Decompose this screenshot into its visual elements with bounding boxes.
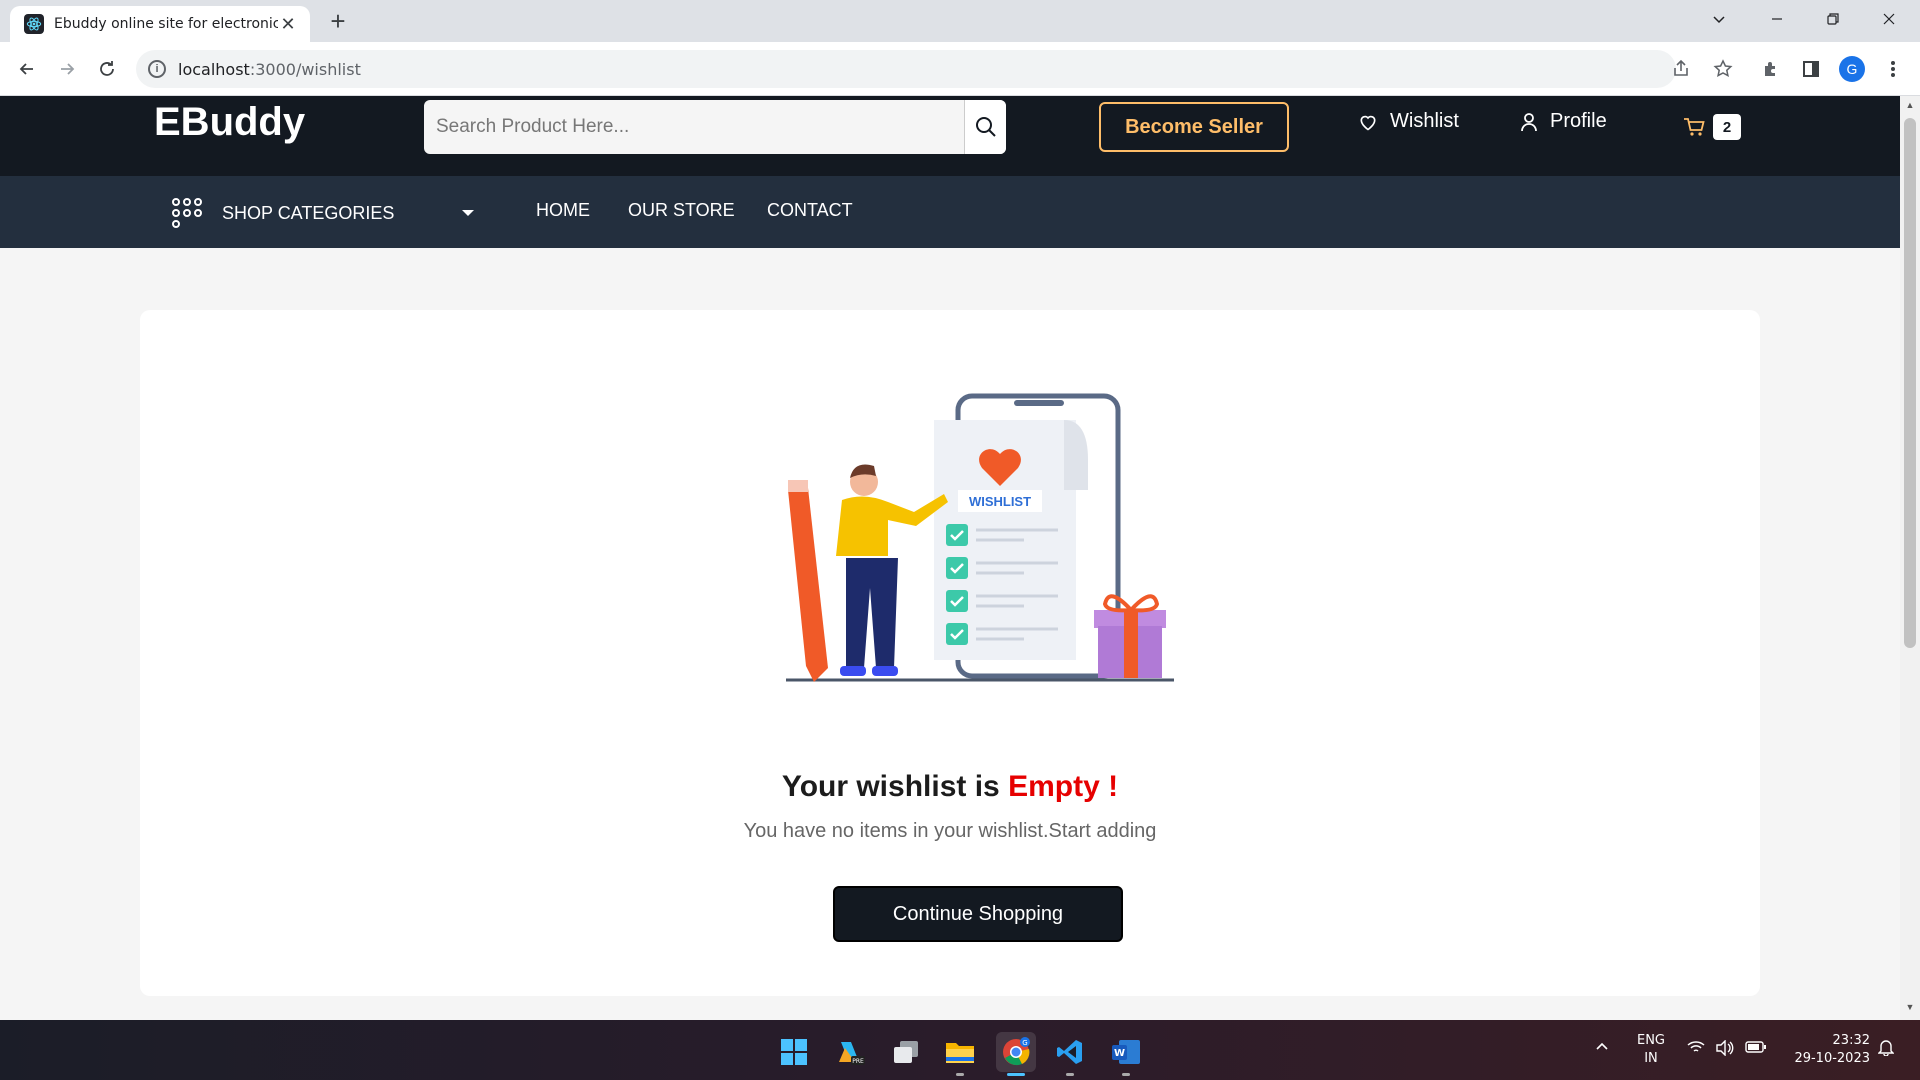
clock[interactable]: 23:32 29-10-2023 [1780, 1032, 1870, 1068]
minimize-icon[interactable] [1750, 0, 1804, 38]
nav-link-our-store[interactable]: OUR STORE [628, 200, 735, 221]
copilot-preview-icon[interactable]: PRE [830, 1032, 870, 1072]
close-window-icon[interactable] [1862, 0, 1916, 38]
header-nav: SHOP CATEGORIES HOME OUR STORE CONTACT [0, 176, 1900, 248]
grid-menu-icon [172, 198, 202, 228]
wishlist-label: Wishlist [1390, 110, 1459, 132]
heart-icon [1360, 115, 1376, 131]
url-path: :3000/wishlist [249, 59, 361, 79]
bookmark-star-icon[interactable] [1708, 54, 1738, 84]
svg-text:PRE: PRE [852, 1058, 864, 1065]
user-icon [1521, 112, 1537, 131]
tab-close-icon[interactable]: ✕ [278, 14, 298, 35]
share-icon[interactable] [1666, 54, 1696, 84]
back-icon[interactable] [12, 54, 42, 84]
page-scrollbar[interactable]: ▲ ▼ [1900, 96, 1920, 1020]
lang-top: ENG [1636, 1033, 1665, 1048]
site-logo[interactable]: EBuddy [154, 100, 305, 145]
chrome-icon[interactable]: G [996, 1032, 1036, 1076]
windows-taskbar: PRE G W ENG IN 23:32 29-10-2023 [0, 1020, 1920, 1080]
new-tab-button[interactable]: + [323, 6, 353, 36]
tab-title: Ebuddy online site for electronic [54, 16, 278, 32]
search-input[interactable] [424, 100, 964, 154]
side-panel-icon[interactable] [1796, 54, 1826, 84]
empty-wishlist-title: Your wishlist is Empty ! [140, 770, 1760, 804]
profile-label: Profile [1550, 110, 1607, 132]
cart-count-badge: 2 [1713, 114, 1741, 140]
title-prefix: Your wishlist is [781, 770, 1009, 803]
vscode-icon[interactable] [1050, 1032, 1090, 1076]
address-url: localhost:3000/wishlist [178, 60, 361, 79]
extensions-icon[interactable] [1756, 54, 1786, 84]
title-highlight: Empty ! [1008, 770, 1119, 803]
wifi-icon[interactable] [1686, 1040, 1706, 1060]
react-favicon-icon [24, 14, 44, 34]
tab-search-chevron-icon[interactable] [1692, 0, 1746, 38]
cart-link[interactable]: 2 [1683, 114, 1741, 140]
illustration-label: WISHLIST [969, 494, 1031, 509]
empty-wishlist-subtitle: You have no items in your wishlist.Start… [743, 820, 1157, 842]
scroll-down-icon[interactable]: ▼ [1904, 1002, 1916, 1014]
file-explorer-icon[interactable] [940, 1032, 980, 1076]
volume-icon[interactable] [1714, 1039, 1736, 1062]
url-host: localhost [178, 59, 250, 79]
browser-profile-avatar[interactable]: G [1839, 56, 1865, 82]
wishlist-illustration: WISHLIST [786, 393, 1174, 682]
header-top: EBuddy Become Seller Wishlist Profile 2 [0, 96, 1900, 176]
browser-toolbar: i localhost:3000/wishlist G [0, 42, 1920, 96]
nav-link-home[interactable]: HOME [536, 200, 590, 221]
windows-start-icon[interactable] [774, 1032, 814, 1072]
battery-icon[interactable] [1744, 1041, 1768, 1059]
restore-icon[interactable] [1806, 0, 1860, 38]
clock-time: 23:32 [1832, 1033, 1870, 1048]
more-menu-icon[interactable] [1878, 54, 1908, 84]
svg-text:G: G [1022, 1039, 1027, 1047]
lang-bottom: IN [1644, 1051, 1658, 1066]
input-language[interactable]: ENG IN [1628, 1032, 1674, 1068]
empty-wishlist-card: WISHLIST Your wishlist is Empty ! You ha… [140, 310, 1760, 996]
become-seller-button[interactable]: Become Seller [1099, 102, 1289, 152]
nav-link-contact[interactable]: CONTACT [767, 200, 853, 221]
address-bar[interactable]: i localhost:3000/wishlist [136, 50, 1676, 88]
svg-text:W: W [1114, 1048, 1125, 1059]
forward-icon[interactable] [52, 54, 82, 84]
wishlist-link[interactable]: Wishlist [1358, 110, 1459, 133]
search-button[interactable] [964, 100, 1006, 154]
caret-down-icon[interactable] [462, 210, 474, 216]
shop-categories-label: SHOP CATEGORIES [222, 202, 395, 223]
reload-icon[interactable] [92, 54, 122, 84]
browser-tab[interactable]: Ebuddy online site for electronic ✕ [10, 6, 310, 42]
page-viewport: EBuddy Become Seller Wishlist Profile 2 [0, 96, 1900, 1020]
site-info-icon[interactable]: i [148, 60, 166, 78]
notification-bell-icon[interactable] [1876, 1038, 1896, 1062]
continue-shopping-button[interactable]: Continue Shopping [833, 886, 1123, 942]
search-bar [424, 100, 1006, 154]
cart-icon [1684, 118, 1705, 136]
show-hidden-icons[interactable] [1590, 1040, 1614, 1058]
clock-date: 29-10-2023 [1794, 1051, 1870, 1066]
scroll-up-icon[interactable]: ▲ [1904, 100, 1916, 112]
task-view-icon[interactable] [886, 1032, 926, 1072]
search-icon [975, 117, 996, 137]
browser-tabstrip: Ebuddy online site for electronic ✕ + [0, 0, 1920, 42]
shop-categories-dropdown[interactable]: SHOP CATEGORIES [172, 198, 394, 228]
scrollbar-thumb[interactable] [1904, 118, 1916, 648]
word-icon[interactable]: W [1106, 1032, 1146, 1076]
profile-link[interactable]: Profile [1520, 110, 1607, 133]
